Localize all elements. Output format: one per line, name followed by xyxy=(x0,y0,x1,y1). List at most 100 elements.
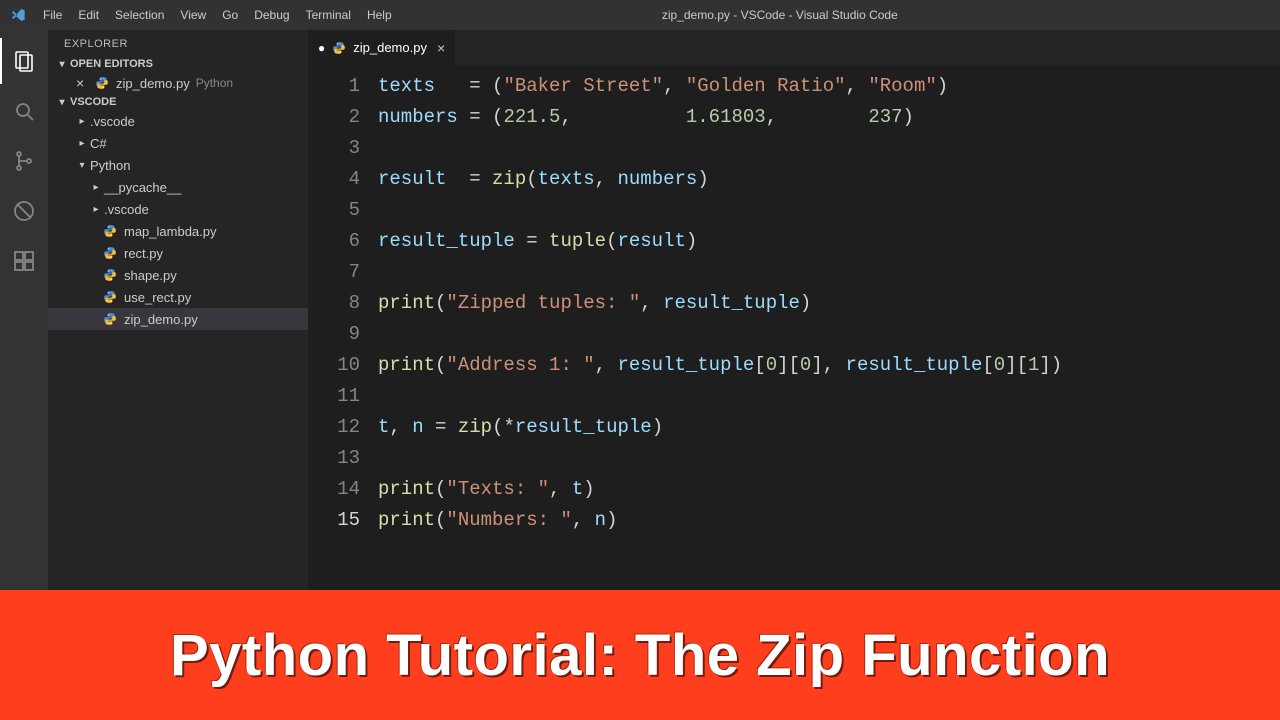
chevron-right-icon: ▸ xyxy=(90,182,102,193)
code-editor[interactable]: 123456789101112131415 texts = ("Baker St… xyxy=(308,65,1280,590)
line-number: 11 xyxy=(308,381,360,412)
folder-name: .vscode xyxy=(90,114,135,129)
menu-terminal[interactable]: Terminal xyxy=(298,0,359,30)
main-area: Explorer ▾ Open Editors × zip_demo.py Pyth… xyxy=(0,30,1280,590)
file-name: map_lambda.py xyxy=(124,224,217,239)
open-editor-item[interactable]: × zip_demo.py Python xyxy=(48,72,308,94)
file-item[interactable]: zip_demo.py xyxy=(48,308,308,330)
menu-file[interactable]: File xyxy=(35,0,70,30)
folder-item[interactable]: ▸__pycache__ xyxy=(48,176,308,198)
line-number: 3 xyxy=(308,133,360,164)
line-number: 5 xyxy=(308,195,360,226)
banner-title: Python Tutorial: The Zip Function xyxy=(170,622,1110,689)
activity-explorer-icon[interactable] xyxy=(0,38,48,84)
code-line[interactable]: numbers = (221.5, 1.61803, 237) xyxy=(378,102,1280,133)
folder-item[interactable]: ▸C# xyxy=(48,132,308,154)
menu-view[interactable]: View xyxy=(172,0,214,30)
code-line[interactable]: result = zip(texts, numbers) xyxy=(378,164,1280,195)
activity-search-icon[interactable] xyxy=(0,88,48,134)
code-line[interactable]: print("Numbers: ", n) xyxy=(378,505,1280,536)
folder-item[interactable]: ▾Python xyxy=(48,154,308,176)
file-name: zip_demo.py xyxy=(124,312,198,327)
open-editors-list: × zip_demo.py Python xyxy=(48,72,308,94)
menu-bar: FileEditSelectionViewGoDebugTerminalHelp xyxy=(35,0,400,30)
folder-name: C# xyxy=(90,136,107,151)
code-line[interactable]: print("Texts: ", t) xyxy=(378,474,1280,505)
file-item[interactable]: map_lambda.py xyxy=(48,220,308,242)
menu-go[interactable]: Go xyxy=(214,0,246,30)
code-line[interactable]: texts = ("Baker Street", "Golden Ratio",… xyxy=(378,71,1280,102)
line-number: 10 xyxy=(308,350,360,381)
line-number: 9 xyxy=(308,319,360,350)
file-name: rect.py xyxy=(124,246,163,261)
chevron-right-icon: ▸ xyxy=(76,116,88,127)
python-file-icon xyxy=(102,267,118,283)
explorer-title: Explorer xyxy=(48,30,308,56)
file-name: use_rect.py xyxy=(124,290,191,305)
code-line[interactable] xyxy=(378,319,1280,350)
code-line[interactable]: t, n = zip(*result_tuple) xyxy=(378,412,1280,443)
file-tree: ▸.vscode▸C#▾Python▸__pycache__▸.vscodema… xyxy=(48,110,308,330)
activity-debug-icon[interactable] xyxy=(0,188,48,234)
menu-debug[interactable]: Debug xyxy=(246,0,297,30)
folder-item[interactable]: ▸.vscode xyxy=(48,110,308,132)
line-number: 1 xyxy=(308,71,360,102)
code-line[interactable] xyxy=(378,381,1280,412)
close-icon[interactable]: × xyxy=(437,40,445,56)
line-number: 7 xyxy=(308,257,360,288)
chevron-down-icon: ▾ xyxy=(76,160,88,171)
chevron-down-icon: ▾ xyxy=(56,59,68,70)
file-name: zip_demo.py xyxy=(116,76,190,91)
chevron-right-icon: ▸ xyxy=(90,204,102,215)
editor-tabs: ● zip_demo.py × xyxy=(308,30,1280,65)
folder-name: __pycache__ xyxy=(104,180,181,195)
close-icon[interactable]: × xyxy=(76,75,90,91)
file-name: shape.py xyxy=(124,268,177,283)
python-file-icon xyxy=(102,245,118,261)
line-number: 2 xyxy=(308,102,360,133)
menu-selection[interactable]: Selection xyxy=(107,0,172,30)
line-number: 8 xyxy=(308,288,360,319)
chevron-down-icon: ▾ xyxy=(56,97,68,108)
workspace-header[interactable]: ▾ VSCode xyxy=(48,94,308,110)
chevron-right-icon: ▸ xyxy=(76,138,88,149)
open-editors-header[interactable]: ▾ Open Editors xyxy=(48,56,308,72)
folder-name: .vscode xyxy=(104,202,149,217)
file-item[interactable]: use_rect.py xyxy=(48,286,308,308)
code-line[interactable]: print("Address 1: ", result_tuple[0][0],… xyxy=(378,350,1280,381)
code-line[interactable] xyxy=(378,133,1280,164)
line-number: 4 xyxy=(308,164,360,195)
vscode-logo-icon xyxy=(0,7,35,23)
folder-item[interactable]: ▸.vscode xyxy=(48,198,308,220)
tutorial-banner: Python Tutorial: The Zip Function xyxy=(0,590,1280,720)
activity-extensions-icon[interactable] xyxy=(0,238,48,284)
editor-area: ● zip_demo.py × 123456789101112131415 te… xyxy=(308,30,1280,590)
python-file-icon xyxy=(94,75,110,91)
menu-edit[interactable]: Edit xyxy=(70,0,107,30)
window-title: zip_demo.py - VSCode - Visual Studio Cod… xyxy=(400,8,1280,22)
code-line[interactable]: print("Zipped tuples: ", result_tuple) xyxy=(378,288,1280,319)
line-number: 15 xyxy=(308,505,360,536)
folder-name: Python xyxy=(90,158,130,173)
python-file-icon xyxy=(102,289,118,305)
vscode-window: FileEditSelectionViewGoDebugTerminalHelp… xyxy=(0,0,1280,590)
python-file-icon xyxy=(102,223,118,239)
code-line[interactable] xyxy=(378,195,1280,226)
file-item[interactable]: shape.py xyxy=(48,264,308,286)
file-item[interactable]: rect.py xyxy=(48,242,308,264)
file-lang: Python xyxy=(196,76,233,90)
code-line[interactable]: result_tuple = tuple(result) xyxy=(378,226,1280,257)
python-file-icon xyxy=(331,40,347,56)
menu-help[interactable]: Help xyxy=(359,0,400,30)
line-gutter: 123456789101112131415 xyxy=(308,65,378,590)
titlebar: FileEditSelectionViewGoDebugTerminalHelp… xyxy=(0,0,1280,30)
tab-zip-demo[interactable]: ● zip_demo.py × xyxy=(308,30,456,65)
activity-git-icon[interactable] xyxy=(0,138,48,184)
line-number: 12 xyxy=(308,412,360,443)
code-line[interactable] xyxy=(378,443,1280,474)
line-number: 13 xyxy=(308,443,360,474)
code-line[interactable] xyxy=(378,257,1280,288)
explorer-sidebar: Explorer ▾ Open Editors × zip_demo.py Pyth… xyxy=(48,30,308,590)
tab-label: zip_demo.py xyxy=(353,40,427,55)
code-content[interactable]: texts = ("Baker Street", "Golden Ratio",… xyxy=(378,65,1280,590)
